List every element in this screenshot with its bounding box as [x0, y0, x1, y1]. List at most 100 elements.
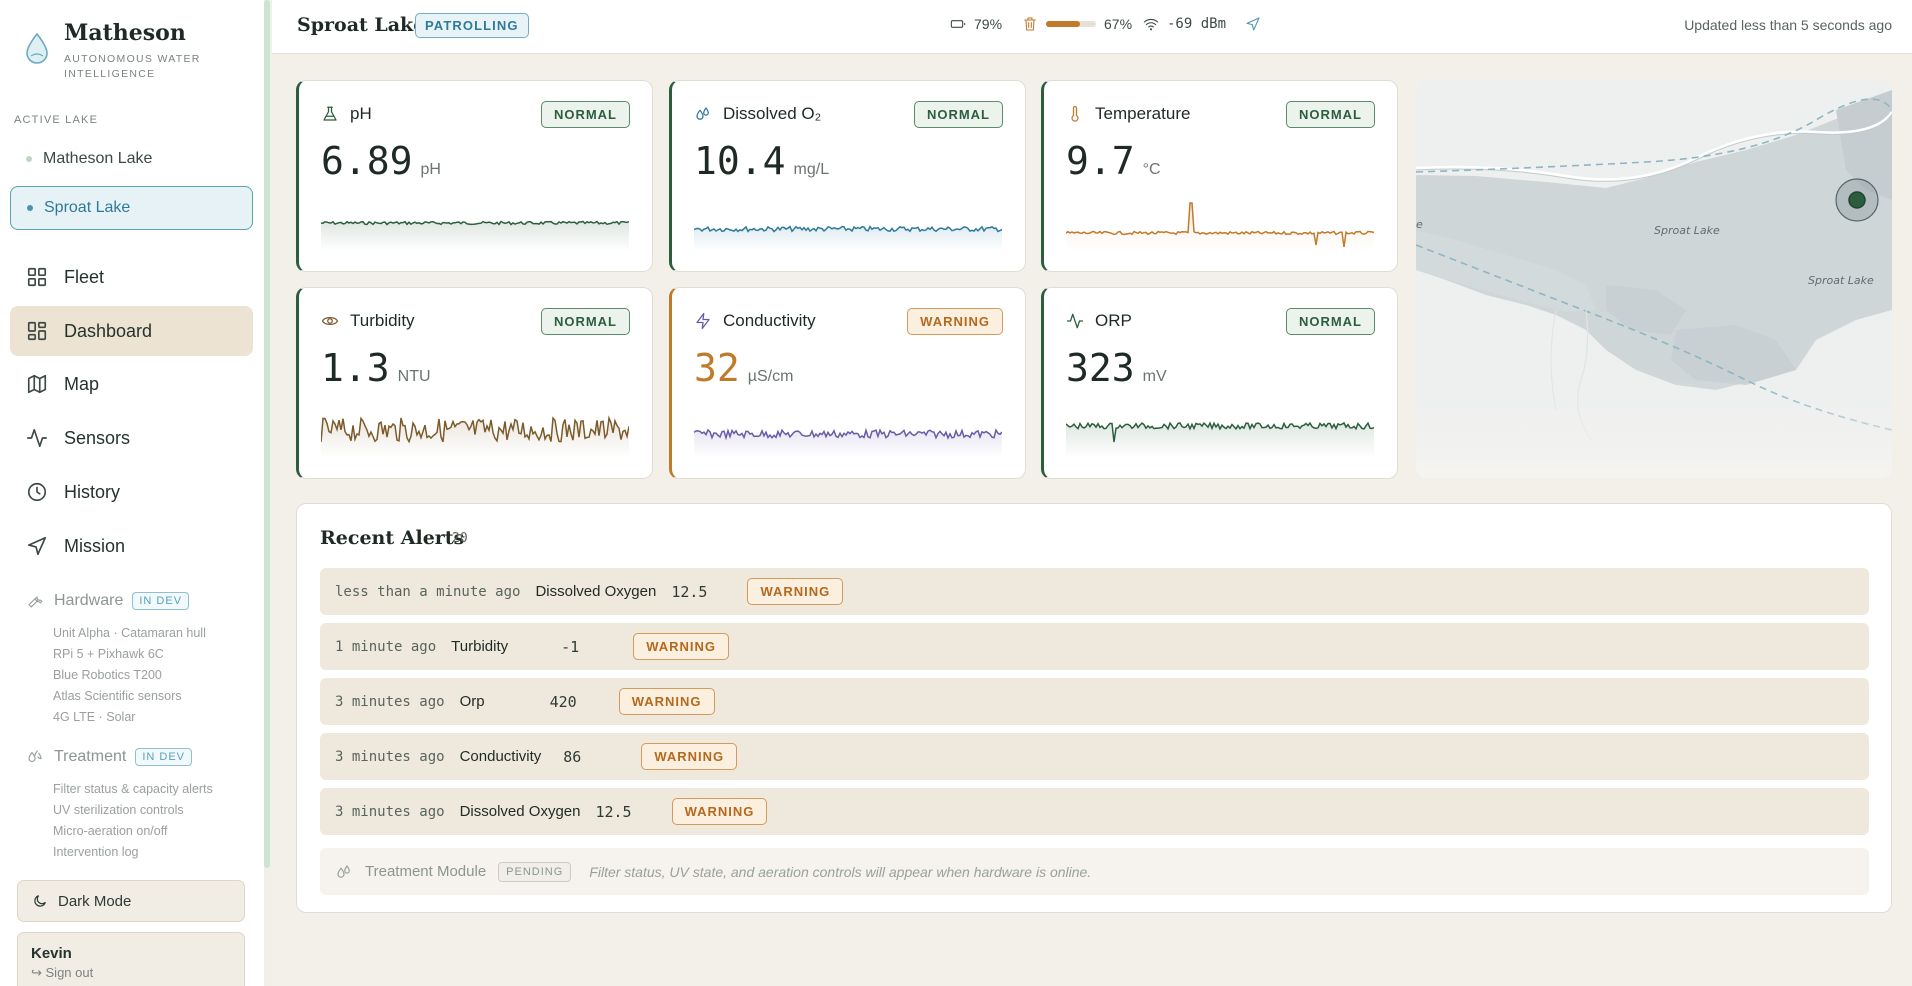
card-header: Conductivity: [694, 311, 816, 331]
metric-value: 9.7 °C: [1066, 139, 1161, 183]
metric-card-temperature[interactable]: Temperature NORMAL 9.7 °C: [1041, 80, 1398, 272]
status-badge: NORMAL: [1285, 308, 1375, 335]
activity-icon: [1066, 313, 1084, 329]
boat-location-dot[interactable]: [1848, 191, 1866, 209]
clock-icon: [27, 482, 47, 502]
metric-number: 6.89: [321, 139, 413, 183]
alerts-count: 20: [452, 531, 468, 546]
warning-badge: WARNING: [618, 688, 715, 715]
metric-card-orp[interactable]: ORP NORMAL 323 mV: [1041, 287, 1398, 479]
tank-level-fill: [1046, 21, 1080, 27]
nav-item-fleet[interactable]: Fleet: [10, 252, 253, 302]
signal-readout: -69 dBm: [1143, 16, 1226, 32]
hardware-list: Unit Alpha · Catamaran hull RPi 5 + Pixh…: [53, 623, 206, 728]
lake-map[interactable]: Sproat Lake Sproat Lake e: [1416, 80, 1892, 478]
nav-label: Dashboard: [64, 320, 153, 341]
alert-value: 420: [549, 692, 577, 711]
treatment-label: Treatment: [54, 748, 127, 765]
map-label: e: [1416, 218, 1423, 231]
sign-out-link[interactable]: ↪ Sign out: [31, 965, 231, 981]
lake-item-matheson[interactable]: Matheson Lake: [10, 137, 253, 181]
lightning-icon: [696, 312, 710, 330]
active-lake-label: ACTIVE LAKE: [14, 114, 99, 126]
hardware-item: Blue Robotics T200: [53, 668, 162, 682]
nav-label: Sensors: [64, 427, 131, 448]
battery-value: 79%: [974, 16, 1003, 32]
status-badge: NORMAL: [540, 308, 630, 335]
signal-value: -69 dBm: [1167, 16, 1227, 32]
nav-item-map[interactable]: Map: [10, 359, 253, 409]
dark-mode-button[interactable]: Dark Mode: [17, 880, 245, 922]
pending-badge: PENDING: [498, 861, 572, 882]
user-name: Kevin: [31, 945, 72, 962]
warning-badge: WARNING: [641, 743, 738, 770]
alert-row[interactable]: 1 minute ago Turbidity -1 WARNING: [320, 623, 1869, 670]
metric-card-conductivity[interactable]: Conductivity WARNING 32 µS/cm: [669, 287, 1026, 479]
metric-card-ph[interactable]: pH NORMAL 6.89 pH: [296, 80, 653, 272]
metric-value: 323 mV: [1066, 346, 1167, 390]
metric-number: 9.7: [1066, 139, 1135, 183]
brand[interactable]: Matheson AUTONOMOUS WATER INTELLIGENCE: [24, 20, 214, 82]
alert-row[interactable]: 3 minutes ago Dissolved Oxygen 12.5 WARN…: [320, 788, 1869, 835]
alert-value: -1: [561, 637, 580, 656]
status-badge: NORMAL: [1285, 101, 1375, 128]
metric-unit: pH: [420, 161, 441, 178]
top-bar: Sproat Lake PATROLLING 79% 67% -69 dBm U…: [272, 0, 1912, 54]
card-header: Temperature: [1066, 104, 1190, 124]
alert-row[interactable]: 3 minutes ago Conductivity 86 WARNING: [320, 733, 1869, 780]
metric-value: 10.4 mg/L: [694, 139, 829, 183]
metric-name: pH: [350, 104, 372, 123]
hardware-item: Unit Alpha · Catamaran hull: [53, 626, 206, 640]
map-canvas[interactable]: Sproat Lake Sproat Lake e: [1416, 80, 1892, 478]
alert-row[interactable]: less than a minute ago Dissolved Oxygen …: [320, 568, 1869, 615]
nav-label: History: [64, 481, 121, 502]
in-dev-badge: IN DEV: [135, 748, 193, 766]
flask-icon: [323, 106, 337, 121]
alert-metric: Dissolved Oxygen: [459, 803, 581, 820]
map-icon: [27, 374, 47, 394]
alert-metric: Orp: [459, 693, 485, 710]
scrollbar-thumb[interactable]: [264, 0, 270, 868]
warning-badge: WARNING: [633, 633, 730, 660]
recent-alerts-panel: Recent Alerts 20 less than a minute ago …: [296, 503, 1892, 913]
activity-icon: [27, 428, 47, 448]
navigate-button[interactable]: [1245, 16, 1269, 32]
page-title: Sproat Lake: [297, 14, 426, 36]
nav-item-dashboard[interactable]: Dashboard: [10, 306, 253, 356]
alert-metric: Turbidity: [451, 638, 509, 655]
wrench-icon: [28, 596, 43, 608]
alert-time: 3 minutes ago: [335, 693, 445, 710]
metric-value: 6.89 pH: [321, 139, 441, 183]
metric-card-dissolved-oxygen[interactable]: Dissolved O₂ NORMAL 10.4 mg/L: [669, 80, 1026, 272]
lake-label: Matheson Lake: [43, 150, 153, 167]
metric-unit: °C: [1142, 161, 1161, 178]
metric-name: Turbidity: [350, 311, 415, 330]
status-badge: WARNING: [907, 308, 1003, 335]
nav-item-mission[interactable]: Mission: [10, 521, 253, 571]
thermometer-icon: [1071, 105, 1079, 122]
alert-value: 12.5: [671, 582, 708, 601]
navigation-icon: [1246, 17, 1260, 31]
alert-row[interactable]: 3 minutes ago Orp 420 WARNING: [320, 678, 1869, 725]
last-updated: Updated less than 5 seconds ago: [1684, 17, 1892, 33]
trash-icon: [1024, 17, 1036, 31]
metric-unit: mg/L: [793, 161, 830, 178]
lake-item-sproat[interactable]: Sproat Lake: [10, 186, 253, 230]
treatment-module-description: Filter status, UV state, and aeration co…: [589, 863, 1092, 880]
battery-icon: [950, 20, 966, 28]
nav-item-history[interactable]: History: [10, 467, 253, 517]
metric-name: ORP: [1095, 311, 1132, 330]
sidebar: Matheson AUTONOMOUS WATER INTELLIGENCE A…: [0, 0, 266, 986]
alert-metric: Dissolved Oxygen: [535, 583, 657, 600]
water-drop-logo-icon: [26, 32, 48, 64]
metric-unit: mV: [1142, 368, 1167, 385]
metric-card-turbidity[interactable]: Turbidity NORMAL 1.3 NTU: [296, 287, 653, 479]
alert-time: 3 minutes ago: [335, 748, 445, 765]
nav-item-sensors[interactable]: Sensors: [10, 413, 253, 463]
nav-label: Fleet: [64, 266, 105, 287]
treatment-module-row: Treatment Module PENDING Filter status, …: [320, 848, 1869, 895]
sidebar-scrollbar[interactable]: [264, 0, 272, 986]
hardware-item: RPi 5 + Pixhawk 6C: [53, 647, 164, 661]
sparkline-chart: [321, 220, 629, 251]
nav-label: Map: [64, 373, 100, 394]
